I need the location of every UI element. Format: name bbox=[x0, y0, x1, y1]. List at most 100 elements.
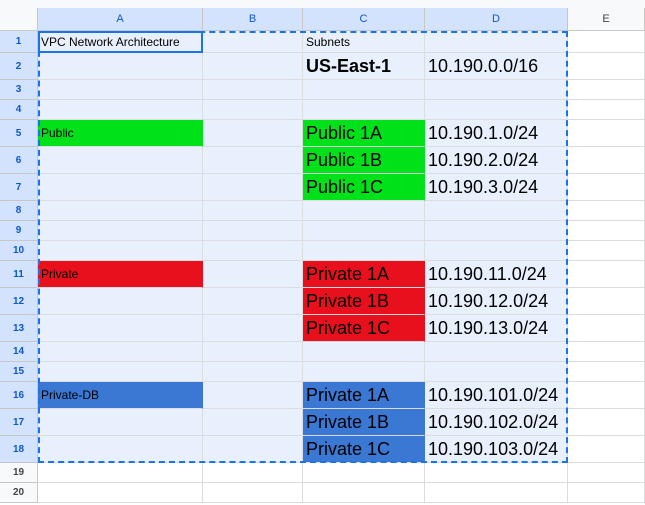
cell-d14[interactable] bbox=[425, 342, 568, 362]
cell-e20[interactable] bbox=[568, 483, 645, 503]
cell-b5[interactable] bbox=[203, 120, 303, 147]
cell-a13[interactable] bbox=[38, 315, 203, 342]
cell-c8[interactable] bbox=[303, 201, 425, 221]
cell-e1[interactable] bbox=[568, 31, 645, 53]
cell-a3[interactable] bbox=[38, 80, 203, 100]
cell-d12[interactable]: 10.190.12.0/24 bbox=[425, 288, 568, 315]
row-header-8[interactable]: 8 bbox=[0, 201, 38, 221]
cell-a1[interactable]: VPC Network Architecture bbox=[38, 31, 203, 53]
cell-d6[interactable]: 10.190.2.0/24 bbox=[425, 147, 568, 174]
cell-b11[interactable] bbox=[203, 261, 303, 288]
row-header-5[interactable]: 5 bbox=[0, 120, 38, 147]
row-header-7[interactable]: 7 bbox=[0, 174, 38, 201]
cell-c11[interactable]: Private 1A bbox=[303, 261, 425, 288]
cell-c18[interactable]: Private 1C bbox=[303, 436, 425, 463]
cell-e19[interactable] bbox=[568, 463, 645, 483]
cell-c13[interactable]: Private 1C bbox=[303, 315, 425, 342]
cell-d1[interactable] bbox=[425, 31, 568, 53]
cell-d17[interactable]: 10.190.102.0/24 bbox=[425, 409, 568, 436]
cell-c15[interactable] bbox=[303, 362, 425, 382]
cell-e15[interactable] bbox=[568, 362, 645, 382]
cell-b6[interactable] bbox=[203, 147, 303, 174]
select-all-corner[interactable] bbox=[0, 8, 38, 31]
cell-e12[interactable] bbox=[568, 288, 645, 315]
column-header-a[interactable]: A bbox=[38, 8, 203, 31]
cell-d8[interactable] bbox=[425, 201, 568, 221]
cell-a6[interactable] bbox=[38, 147, 203, 174]
cell-d3[interactable] bbox=[425, 80, 568, 100]
cell-a10[interactable] bbox=[38, 241, 203, 261]
cell-b18[interactable] bbox=[203, 436, 303, 463]
cell-a20[interactable] bbox=[38, 483, 203, 503]
cell-b13[interactable] bbox=[203, 315, 303, 342]
cell-c2[interactable]: US-East-1 bbox=[303, 53, 425, 80]
cell-d5[interactable]: 10.190.1.0/24 bbox=[425, 120, 568, 147]
cell-b10[interactable] bbox=[203, 241, 303, 261]
column-header-d[interactable]: D bbox=[425, 8, 568, 31]
cell-e3[interactable] bbox=[568, 80, 645, 100]
row-header-3[interactable]: 3 bbox=[0, 80, 38, 100]
cell-b14[interactable] bbox=[203, 342, 303, 362]
cell-c10[interactable] bbox=[303, 241, 425, 261]
row-header-13[interactable]: 13 bbox=[0, 315, 38, 342]
cell-c14[interactable] bbox=[303, 342, 425, 362]
cell-b2[interactable] bbox=[203, 53, 303, 80]
cell-e7[interactable] bbox=[568, 174, 645, 201]
cell-d16[interactable]: 10.190.101.0/24 bbox=[425, 382, 568, 409]
cell-a14[interactable] bbox=[38, 342, 203, 362]
cell-a17[interactable] bbox=[38, 409, 203, 436]
column-header-b[interactable]: B bbox=[203, 8, 303, 31]
cell-a18[interactable] bbox=[38, 436, 203, 463]
cell-e18[interactable] bbox=[568, 436, 645, 463]
row-header-11[interactable]: 11 bbox=[0, 261, 38, 288]
row-header-15[interactable]: 15 bbox=[0, 362, 38, 382]
row-header-1[interactable]: 1 bbox=[0, 31, 38, 53]
cell-c9[interactable] bbox=[303, 221, 425, 241]
cell-d4[interactable] bbox=[425, 100, 568, 120]
cell-a7[interactable] bbox=[38, 174, 203, 201]
row-header-17[interactable]: 17 bbox=[0, 409, 38, 436]
cell-c7[interactable]: Public 1C bbox=[303, 174, 425, 201]
row-header-12[interactable]: 12 bbox=[0, 288, 38, 315]
cell-e10[interactable] bbox=[568, 241, 645, 261]
cell-a9[interactable] bbox=[38, 221, 203, 241]
cell-d13[interactable]: 10.190.13.0/24 bbox=[425, 315, 568, 342]
cell-b20[interactable] bbox=[203, 483, 303, 503]
cell-e17[interactable] bbox=[568, 409, 645, 436]
row-header-9[interactable]: 9 bbox=[0, 221, 38, 241]
cell-c12[interactable]: Private 1B bbox=[303, 288, 425, 315]
cell-e2[interactable] bbox=[568, 53, 645, 80]
cell-e16[interactable] bbox=[568, 382, 645, 409]
cell-c3[interactable] bbox=[303, 80, 425, 100]
cell-a4[interactable] bbox=[38, 100, 203, 120]
cell-b15[interactable] bbox=[203, 362, 303, 382]
cell-b12[interactable] bbox=[203, 288, 303, 315]
cell-d18[interactable]: 10.190.103.0/24 bbox=[425, 436, 568, 463]
cell-b9[interactable] bbox=[203, 221, 303, 241]
cell-d10[interactable] bbox=[425, 241, 568, 261]
cell-d2[interactable]: 10.190.0.0/16 bbox=[425, 53, 568, 80]
cell-a15[interactable] bbox=[38, 362, 203, 382]
cell-d7[interactable]: 10.190.3.0/24 bbox=[425, 174, 568, 201]
row-header-4[interactable]: 4 bbox=[0, 100, 38, 120]
cell-a5[interactable]: Public bbox=[38, 120, 203, 147]
column-header-c[interactable]: C bbox=[303, 8, 425, 31]
row-header-10[interactable]: 10 bbox=[0, 241, 38, 261]
cell-b7[interactable] bbox=[203, 174, 303, 201]
cell-c16[interactable]: Private 1A bbox=[303, 382, 425, 409]
cell-e5[interactable] bbox=[568, 120, 645, 147]
cell-b16[interactable] bbox=[203, 382, 303, 409]
cell-a16[interactable]: Private-DB bbox=[38, 382, 203, 409]
cell-d11[interactable]: 10.190.11.0/24 bbox=[425, 261, 568, 288]
cell-d19[interactable] bbox=[425, 463, 568, 483]
cell-e4[interactable] bbox=[568, 100, 645, 120]
cell-a8[interactable] bbox=[38, 201, 203, 221]
cell-c19[interactable] bbox=[303, 463, 425, 483]
cell-e14[interactable] bbox=[568, 342, 645, 362]
cell-d9[interactable] bbox=[425, 221, 568, 241]
cell-b8[interactable] bbox=[203, 201, 303, 221]
cell-d20[interactable] bbox=[425, 483, 568, 503]
cell-c6[interactable]: Public 1B bbox=[303, 147, 425, 174]
cell-c1[interactable]: Subnets bbox=[303, 31, 425, 53]
row-header-2[interactable]: 2 bbox=[0, 53, 38, 80]
